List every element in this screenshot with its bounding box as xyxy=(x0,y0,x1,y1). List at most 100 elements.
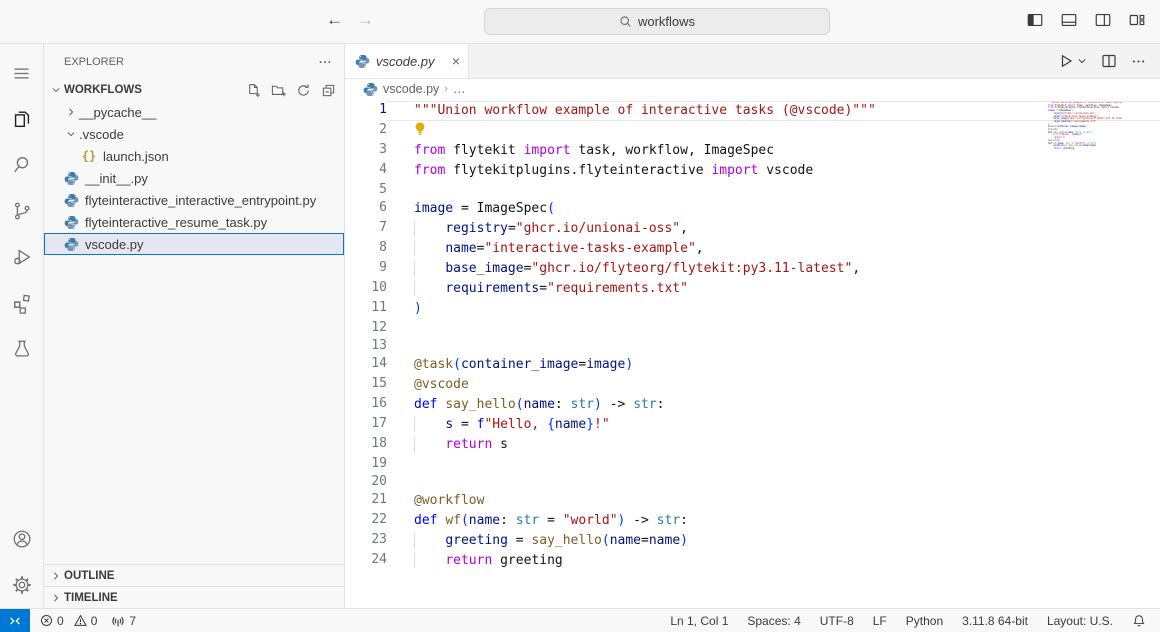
lightbulb-icon[interactable] xyxy=(414,122,426,136)
activity-bar-item-extensions[interactable] xyxy=(0,280,44,326)
breadcrumb[interactable]: vscode.py › … xyxy=(345,79,1160,99)
history-nav: ← → xyxy=(326,10,374,30)
outline-section[interactable]: OUTLINE xyxy=(44,564,344,586)
code-line[interactable]: 17 s = f"Hello, {name}!" xyxy=(345,415,1160,435)
toggle-primary-sidebar-icon[interactable] xyxy=(1026,11,1044,29)
outline-label: OUTLINE xyxy=(64,570,114,582)
customize-layout-icon[interactable] xyxy=(1128,11,1146,29)
status-item[interactable]: Layout: U.S. xyxy=(1047,614,1113,628)
notifications-bell-icon[interactable] xyxy=(1132,614,1146,628)
forward-button[interactable]: → xyxy=(357,10,374,30)
activity-bar-item-menu[interactable] xyxy=(0,50,44,96)
editor-actions xyxy=(1058,44,1160,78)
tree-item-launch.json[interactable]: {}launch.json xyxy=(44,145,344,167)
code-line[interactable]: 23 greeting = say_hello(name=name) xyxy=(345,531,1160,551)
code-line[interactable]: 18 return s xyxy=(345,435,1160,455)
run-python-file-button[interactable] xyxy=(1058,53,1087,69)
code-line[interactable]: 3from flytekit import task, workflow, Im… xyxy=(345,141,1160,161)
activity-bar-item-source-control[interactable] xyxy=(0,188,44,234)
breadcrumb-file[interactable]: vscode.py xyxy=(383,82,439,96)
warning-count: 0 xyxy=(91,614,98,628)
error-icon xyxy=(40,614,53,627)
problems-indicator[interactable]: 0 0 xyxy=(40,614,97,628)
status-item[interactable]: 3.11.8 64-bit xyxy=(962,614,1028,628)
status-item[interactable]: Python xyxy=(906,614,943,628)
code-line[interactable]: 14@task(container_image=image) xyxy=(345,355,1160,375)
remote-indicator[interactable] xyxy=(0,609,30,632)
collapse-folders-icon[interactable] xyxy=(321,83,336,98)
accounts-icon xyxy=(11,528,33,550)
code-line-content: @task(container_image=image) xyxy=(387,355,1160,375)
refresh-icon[interactable] xyxy=(296,83,311,98)
code-line[interactable]: 4from flytekitplugins.flyteinteractive i… xyxy=(345,161,1160,181)
search-text: workflows xyxy=(638,14,695,29)
explorer-more-actions-icon[interactable] xyxy=(318,55,332,69)
timeline-section[interactable]: TIMELINE xyxy=(44,586,344,608)
code-line[interactable]: 20 xyxy=(345,473,1160,491)
line-number: 18 xyxy=(345,435,387,455)
status-item[interactable]: LF xyxy=(873,614,887,628)
code-line[interactable]: 15@vscode xyxy=(345,375,1160,395)
status-bar: 0 0 7 Ln 1, Col 1 Spaces: 4 UTF-8 LF Python 3… xyxy=(0,608,1160,632)
code-line[interactable]: 7 registry="ghcr.io/unionai-oss", xyxy=(345,219,1160,239)
ports-indicator[interactable]: 7 xyxy=(111,614,136,628)
toggle-panel-icon[interactable] xyxy=(1060,11,1078,29)
code-line-content xyxy=(387,319,1160,337)
activity-bar xyxy=(0,44,44,608)
activity-bar-item-search[interactable] xyxy=(0,142,44,188)
back-button[interactable]: ← xyxy=(326,10,343,30)
code-line[interactable]: 19 xyxy=(345,455,1160,473)
code-line[interactable]: 9 base_image="ghcr.io/flyteorg/flytekit:… xyxy=(345,259,1160,279)
activity-bar-item-testing[interactable] xyxy=(0,326,44,372)
code-line[interactable]: 21@workflow xyxy=(345,491,1160,511)
breadcrumb-symbol[interactable]: … xyxy=(453,82,466,96)
code-line[interactable]: 5 xyxy=(345,181,1160,199)
tree-item-__init__.py[interactable]: __init__.py xyxy=(44,167,344,189)
tree-item-label: flyteinteractive_resume_task.py xyxy=(85,215,267,230)
activity-bar-item-settings[interactable] xyxy=(0,562,44,608)
tree-item-vscode.py[interactable]: vscode.py xyxy=(44,233,344,255)
code-line[interactable]: 22def wf(name: str = "world") -> str: xyxy=(345,511,1160,531)
chevron-right-icon: › xyxy=(444,83,448,95)
activity-bar-item-accounts[interactable] xyxy=(0,516,44,562)
new-folder-icon[interactable] xyxy=(271,83,286,98)
command-center-search[interactable]: workflows xyxy=(484,8,830,35)
activity-bar-item-run-debug[interactable] xyxy=(0,234,44,280)
code-line[interactable]: 11) xyxy=(345,299,1160,319)
code-line-content: from flytekitplugins.flyteinteractive im… xyxy=(387,161,1160,181)
tree-item-flyteinteractive_interactive_entrypoint.py[interactable]: flyteinteractive_interactive_entrypoint.… xyxy=(44,189,344,211)
code-line[interactable]: 10 requirements="requirements.txt" xyxy=(345,279,1160,299)
line-number: 5 xyxy=(345,181,387,199)
code-line[interactable]: 13 xyxy=(345,337,1160,355)
code-line-content: requirements="requirements.txt" xyxy=(387,279,1160,299)
code-line[interactable]: 12 xyxy=(345,319,1160,337)
line-number: 19 xyxy=(345,455,387,473)
code-editor[interactable]: 1"""Union workflow example of interactiv… xyxy=(345,99,1160,608)
code-line-content: base_image="ghcr.io/flyteorg/flytekit:py… xyxy=(387,259,1160,279)
python-file-icon xyxy=(63,171,79,186)
toggle-secondary-sidebar-icon[interactable] xyxy=(1094,11,1112,29)
tree-item-flyteinteractive_resume_task.py[interactable]: flyteinteractive_resume_task.py xyxy=(44,211,344,233)
status-item[interactable]: Ln 1, Col 1 xyxy=(670,614,728,628)
tree-item-label: .vscode xyxy=(79,127,124,142)
more-actions-icon[interactable] xyxy=(1131,54,1146,69)
workspace-section-header[interactable]: WORKFLOWS xyxy=(44,79,344,101)
status-item[interactable]: Spaces: 4 xyxy=(747,614,800,628)
status-item[interactable]: UTF-8 xyxy=(820,614,854,628)
tree-item-__pycache__[interactable]: __pycache__ xyxy=(44,101,344,123)
timeline-label: TIMELINE xyxy=(64,592,118,604)
minimap[interactable]: """Union workflow example of interactive… xyxy=(1048,102,1122,151)
sidebar-header: EXPLORER xyxy=(44,44,344,79)
code-line[interactable]: 8 name="interactive-tasks-example", xyxy=(345,239,1160,259)
activity-bar-item-explorer[interactable] xyxy=(0,96,44,142)
code-line[interactable]: 1"""Union workflow example of interactiv… xyxy=(345,101,1160,121)
split-editor-icon[interactable] xyxy=(1101,53,1117,69)
code-line[interactable]: 2 xyxy=(345,121,1160,141)
close-tab-icon[interactable]: × xyxy=(452,53,460,69)
tab-vscode-py[interactable]: vscode.py × xyxy=(345,44,469,78)
code-line[interactable]: 16def say_hello(name: str) -> str: xyxy=(345,395,1160,415)
tree-item-.vscode[interactable]: .vscode xyxy=(44,123,344,145)
new-file-icon[interactable] xyxy=(246,83,261,98)
code-line[interactable]: 6image = ImageSpec( xyxy=(345,199,1160,219)
code-line[interactable]: 24 return greeting xyxy=(345,551,1160,571)
